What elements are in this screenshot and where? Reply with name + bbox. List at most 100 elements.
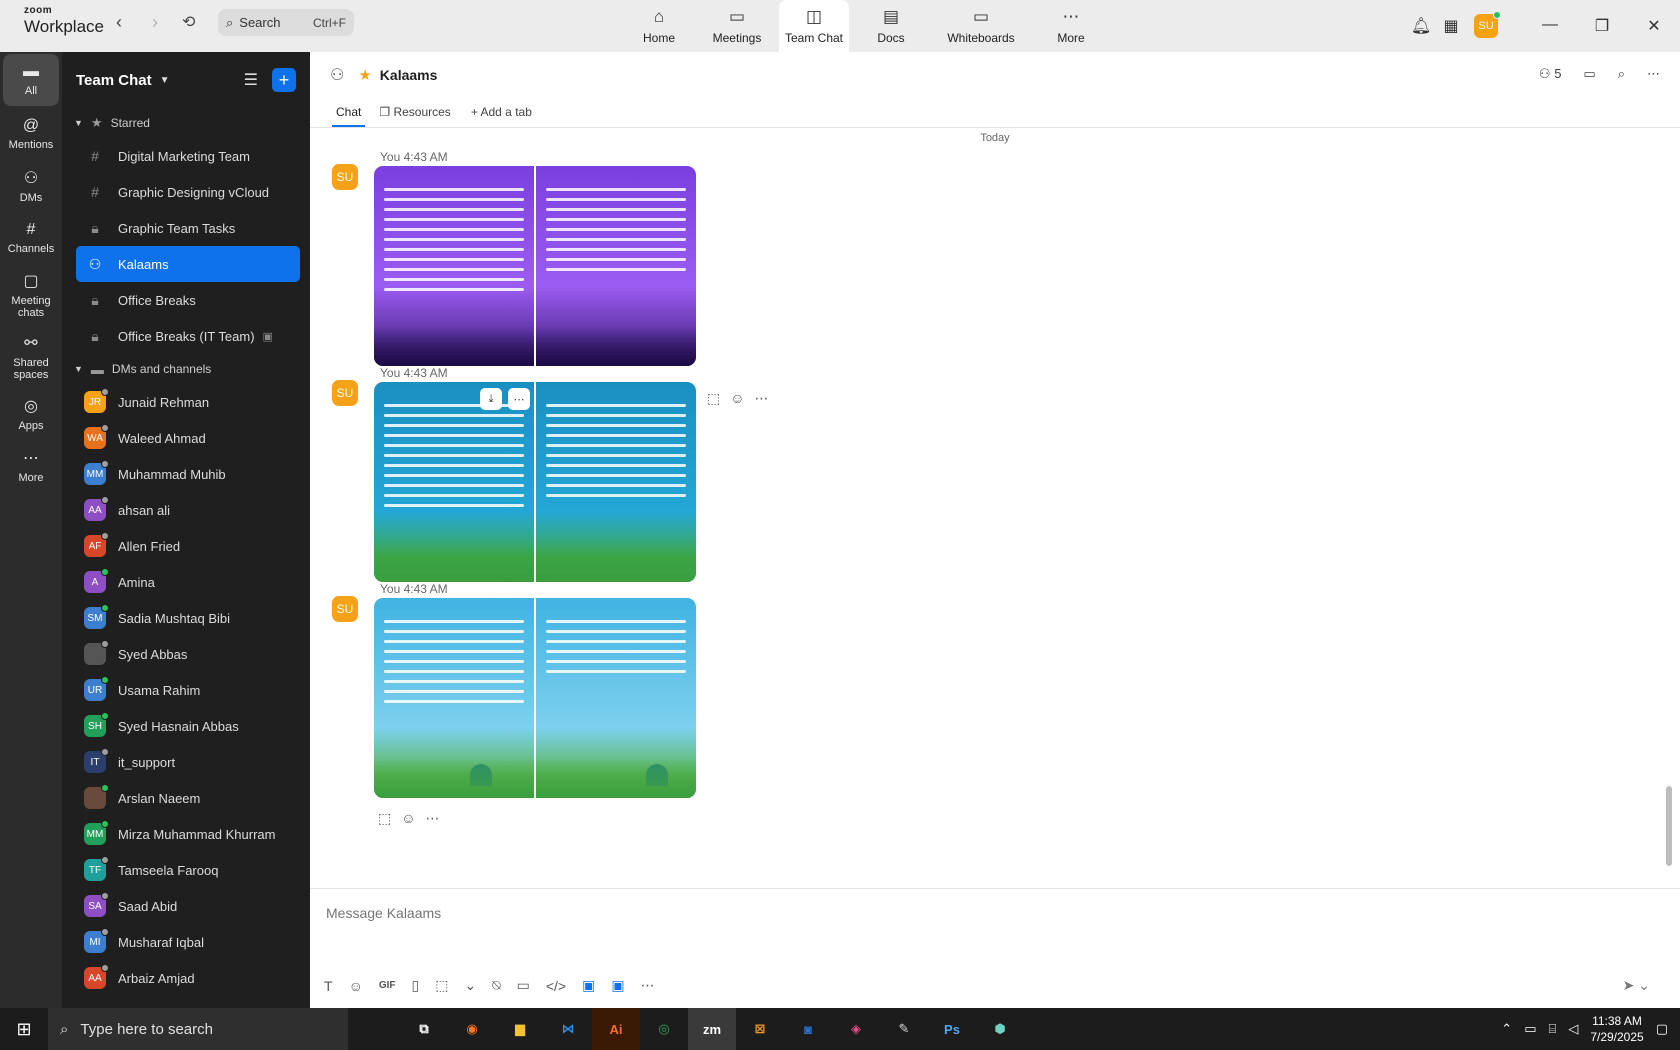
image-attachment[interactable] (536, 166, 696, 366)
more-icon[interactable]: ⋯ (426, 810, 440, 827)
members-button[interactable]: ⚇ 5 (1539, 66, 1562, 82)
network-icon[interactable]: ⌸ (1549, 1021, 1557, 1037)
display-icon[interactable]: ▭ (1524, 1021, 1536, 1037)
tab-resources[interactable]: ❐ Resources (379, 105, 456, 127)
history-clock-icon[interactable]: ⟲ (182, 12, 195, 32)
dm-item[interactable]: AF Allen Fried (62, 528, 310, 564)
back-arrow-icon[interactable]: ‹ (110, 12, 128, 33)
firefox-icon[interactable]: ◉ (448, 1008, 496, 1050)
dm-item[interactable]: IT it_support (62, 744, 310, 780)
dm-item[interactable]: Arslan Naeem (62, 780, 310, 816)
app-hex-icon[interactable]: ⬢ (976, 1008, 1024, 1050)
dm-item[interactable]: A Amina (62, 564, 310, 600)
illustrator-icon[interactable]: Ai (592, 1008, 640, 1050)
zoom-icon[interactable]: zm (688, 1008, 736, 1050)
image-attachment[interactable] (536, 382, 696, 582)
emoji-icon[interactable]: ☺ (730, 390, 744, 407)
notifications-icon[interactable]: ▢ (1656, 1021, 1668, 1037)
vscode-icon[interactable]: ⋈ (544, 1008, 592, 1050)
channel-item[interactable]: 🔒︎ Graphic Team Tasks (62, 210, 310, 246)
emoji-icon[interactable]: ☺ (349, 978, 363, 994)
tab-chat[interactable]: Chat (332, 105, 366, 127)
photoshop-icon[interactable]: Ps (928, 1008, 976, 1050)
dm-item[interactable]: SA Saad Abid (62, 888, 310, 924)
dm-item[interactable]: SH Syed Hasnain Abbas (62, 708, 310, 744)
rail-more[interactable]: ⋯ More (0, 440, 62, 492)
more-icon[interactable]: ⋯ (755, 390, 769, 407)
channel-item[interactable]: # Digital Marketing Team (62, 138, 310, 174)
tab-more[interactable]: ⋯ More (1035, 0, 1107, 52)
search-input[interactable]: ⌕ Search Ctrl+F (218, 9, 354, 36)
filter-icon[interactable]: ☰ (244, 70, 258, 90)
file-icon[interactable]: ▯ (412, 977, 420, 994)
dm-item[interactable]: SM Sadia Mushtaq Bibi (62, 600, 310, 636)
dm-item[interactable]: MI Musharaf Iqbal (62, 924, 310, 960)
creative-cloud-icon[interactable]: ◈ (832, 1008, 880, 1050)
channel-item[interactable]: 🔒︎ Office Breaks (IT Team) ▣ (62, 318, 310, 354)
windows-start-icon[interactable]: ⊞ (0, 1019, 48, 1040)
dm-item[interactable]: TF Tamseela Farooq (62, 852, 310, 888)
star-icon[interactable]: ★ (358, 66, 371, 84)
dm-item[interactable]: UR Usama Rahim (62, 672, 310, 708)
new-chat-button[interactable]: + (272, 68, 296, 92)
dm-item[interactable]: MM Muhammad Muhib (62, 456, 310, 492)
rail-apps[interactable]: ◎ Apps (0, 388, 62, 440)
calendar-icon[interactable]: ▦ (1436, 16, 1466, 36)
rail-shared-spaces[interactable]: ⚯ Shared spaces (0, 326, 62, 388)
chevron-down-icon[interactable]: ▼ (160, 75, 170, 86)
dm-item[interactable]: AA Arbaiz Amjad (62, 960, 310, 996)
app-icon[interactable]: ▣ (582, 977, 595, 994)
image-attachment[interactable] (536, 598, 696, 798)
dms-section[interactable]: ▼ ▬ DMs and channels (62, 354, 310, 384)
dm-item[interactable]: AA ahsan ali (62, 492, 310, 528)
dm-item[interactable]: JR Junaid Rehman (62, 384, 310, 420)
rail-all[interactable]: ▬ All (3, 54, 59, 106)
dm-item[interactable]: WA Waleed Ahmad (62, 420, 310, 456)
rail-channels[interactable]: # Channels (0, 212, 62, 264)
taskbar-search[interactable]: ⌕ Type here to search (48, 1008, 348, 1050)
minimize-icon[interactable]: — (1524, 16, 1576, 36)
tab-home[interactable]: ⌂ Home (623, 0, 695, 52)
dm-item[interactable]: MM Mirza Muhammad Khurram (62, 816, 310, 852)
chrome-icon[interactable]: ◎ (640, 1008, 688, 1050)
close-icon[interactable]: ✕ (1628, 16, 1680, 36)
xampp-icon[interactable]: ⊠ (736, 1008, 784, 1050)
reply-icon[interactable]: ⬚ (707, 390, 720, 407)
video-icon[interactable]: ▭ (1583, 66, 1595, 82)
file-explorer-icon[interactable]: ▆ (496, 1008, 544, 1050)
send-button[interactable]: ➤ ⌄ (1623, 977, 1650, 994)
sidebar-title[interactable]: Team Chat (76, 72, 152, 89)
image-attachment[interactable] (374, 382, 534, 582)
clock[interactable]: 11:38 AM 7/29/2025 (1590, 1013, 1643, 1045)
chevron-up-icon[interactable]: ⌃ (1501, 1021, 1512, 1037)
tab-whiteboards[interactable]: ▭ Whiteboards (933, 0, 1029, 52)
message-input[interactable] (326, 905, 1126, 921)
user-avatar[interactable]: SU (1474, 11, 1501, 38)
rail-dms[interactable]: ⚇ DMs (0, 160, 62, 212)
tab-team-chat[interactable]: ◫ Team Chat (779, 0, 849, 52)
text-format-icon[interactable]: T (324, 978, 333, 994)
code-icon[interactable]: </> (546, 978, 566, 994)
outlook-icon[interactable]: ◙ (784, 1008, 832, 1050)
channel-item[interactable]: 🔒︎ Office Breaks (62, 282, 310, 318)
channel-item[interactable]: # Graphic Designing vCloud (62, 174, 310, 210)
bell-icon[interactable]: 🔔︎ (1406, 16, 1436, 36)
more-icon[interactable]: ⋯ (641, 977, 655, 994)
starred-section[interactable]: ▼ ★ Starred (62, 108, 310, 138)
tab-docs[interactable]: ▤ Docs (855, 0, 927, 52)
reply-icon[interactable]: ⬚ (378, 810, 391, 827)
video-message-icon[interactable]: ▭ (517, 977, 530, 994)
search-icon[interactable]: ⌕ (1618, 66, 1625, 82)
pen-tool-icon[interactable]: ✎ (880, 1008, 928, 1050)
image-attachment[interactable] (374, 166, 534, 366)
tab-add[interactable]: + Add a tab (471, 105, 538, 127)
screenshot-icon[interactable]: ⬚ (435, 977, 448, 994)
dm-item[interactable]: Syed Abbas (62, 636, 310, 672)
speaker-icon[interactable]: ◁ (1568, 1021, 1578, 1037)
more-icon[interactable]: ⋯ (508, 388, 530, 410)
tab-meetings[interactable]: ▭ Meetings (701, 0, 773, 52)
rail-mentions[interactable]: @ Mentions (0, 108, 62, 160)
restore-icon[interactable]: ❐ (1576, 16, 1628, 36)
clips-icon[interactable]: ▣ (611, 977, 624, 994)
image-attachment[interactable] (374, 598, 534, 798)
